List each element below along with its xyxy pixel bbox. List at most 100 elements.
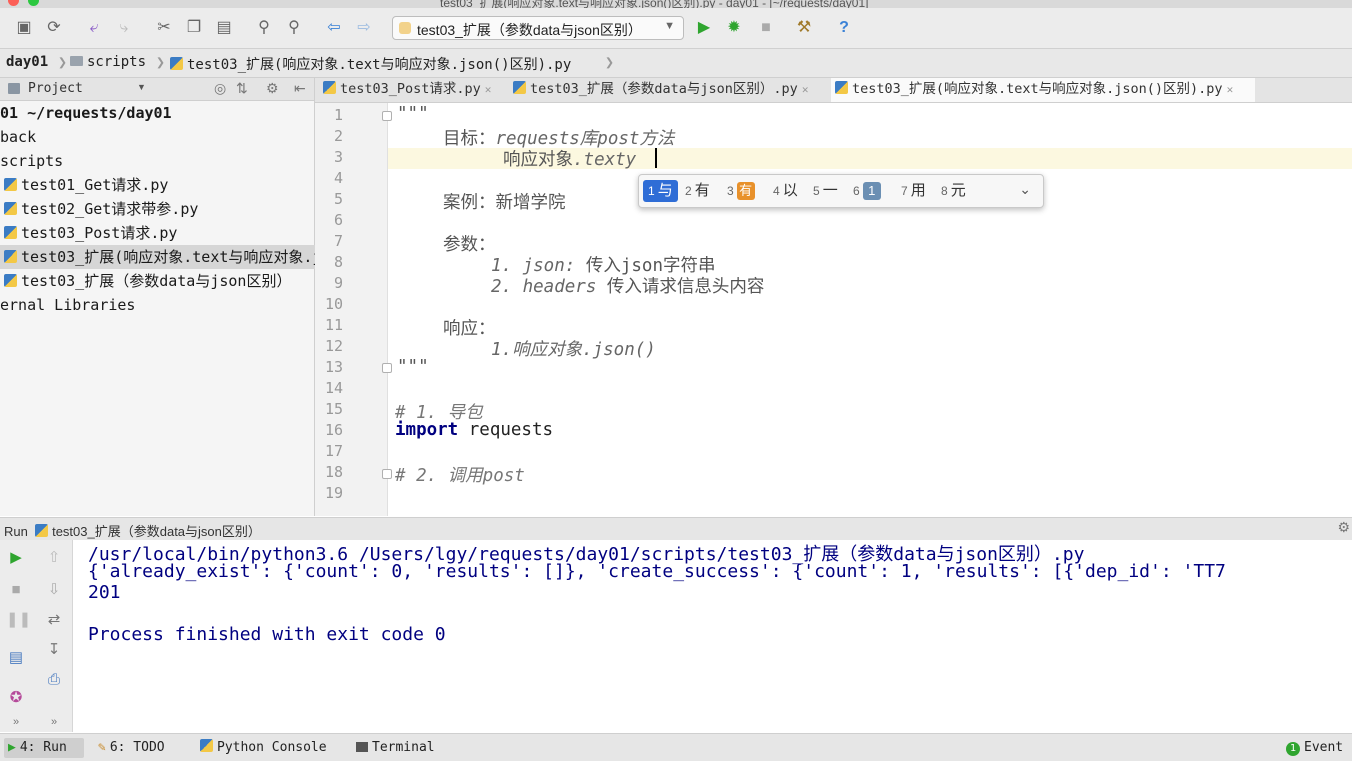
more-icon[interactable]: »	[44, 712, 64, 732]
run-console[interactable]: /usr/local/bin/python3.6 /Users/lgy/requ…	[73, 540, 1352, 732]
redo-icon[interactable]: ⤷	[114, 18, 134, 38]
paste-icon[interactable]: ▤	[214, 18, 234, 38]
tab-todo[interactable]: ✎ 6: TODO	[98, 738, 165, 758]
save-icon[interactable]: ▣	[14, 18, 34, 38]
python-file-icon	[4, 274, 17, 287]
tab-python-console[interactable]: Python Console	[200, 738, 327, 758]
gear-icon[interactable]: ⚙	[1337, 519, 1350, 536]
run-config-name[interactable]: test03_扩展（参数data与json区别）	[52, 524, 261, 539]
line-number: 17	[324, 442, 343, 460]
project-view-select[interactable]: Project	[28, 81, 83, 96]
close-tab-icon[interactable]: ✕	[802, 83, 809, 96]
line-number: 19	[324, 484, 343, 502]
fold-marker[interactable]	[382, 469, 392, 479]
replace-icon[interactable]: ⚲	[284, 18, 304, 38]
cut-icon[interactable]: ✂	[154, 18, 174, 38]
tree-item-file[interactable]: test02_Get请求带参.py	[0, 197, 318, 221]
maximize-window-button[interactable]	[28, 0, 39, 6]
python-icon	[200, 739, 213, 752]
scroll-to-end-icon[interactable]: ↧	[44, 640, 64, 660]
up-arrow-icon[interactable]: ⇧	[44, 548, 64, 568]
chevron-down-icon[interactable]: ▼	[137, 82, 146, 92]
tab-data-vs-json[interactable]: test03_扩展（参数data与json区别）.py ✕	[513, 78, 829, 102]
python-file-icon	[835, 81, 848, 94]
pin-icon[interactable]: ✪	[6, 688, 26, 708]
breadcrumb-project[interactable]: day01	[6, 54, 48, 70]
todo-icon: ✎	[98, 740, 106, 755]
ime-candidate[interactable]: 61	[853, 180, 881, 202]
hide-panel-icon[interactable]: ⇤	[294, 80, 306, 97]
code-editor[interactable]: 1 2 3 4 5 6 7 8 9 10 11 12 13 14 15 16 17 18 19 """ 目标：req…	[315, 103, 1352, 516]
tree-item-back[interactable]: back	[0, 125, 314, 149]
close-tab-icon[interactable]: ✕	[1227, 83, 1234, 96]
stop-icon[interactable]: ■	[756, 18, 776, 38]
stop-icon[interactable]: ■	[6, 580, 26, 600]
tree-item-root[interactable]: 01 ~/requests/day01	[0, 101, 314, 125]
ime-candidate[interactable]: 4以	[773, 180, 798, 202]
current-line-highlight	[315, 148, 1352, 169]
pause-icon[interactable]: ❚❚	[6, 610, 31, 630]
collapse-icon[interactable]: ⇅	[236, 80, 248, 97]
debug-icon[interactable]: ✹	[724, 18, 744, 38]
print-icon[interactable]: ⎙	[44, 670, 64, 690]
chevron-down-icon[interactable]: ⌄	[1019, 181, 1031, 198]
tree-item-external-libraries[interactable]: ernal Libraries	[0, 293, 314, 317]
python-file-icon	[399, 22, 411, 34]
tree-item-file[interactable]: test01_Get请求.py	[0, 173, 318, 197]
undo-icon[interactable]: ⤶	[84, 18, 104, 38]
forward-icon[interactable]: ⇨	[354, 18, 374, 38]
line-number: 18	[324, 463, 343, 481]
run-configuration-select[interactable]: test03_扩展（参数data与json区别） ▼	[392, 16, 684, 40]
rerun-icon[interactable]: ▶	[6, 548, 26, 568]
code-line-5: 案例：新增学院	[443, 193, 566, 213]
tab-run[interactable]: ▶ 4: Run	[4, 738, 84, 758]
python-file-icon	[513, 81, 526, 94]
back-icon[interactable]: ⇦	[324, 18, 344, 38]
tree-item-file[interactable]: test03_扩展（参数data与json区别）	[0, 269, 318, 293]
tab-post-request[interactable]: test03_Post请求.py ✕	[323, 78, 507, 102]
find-icon[interactable]: ⚲	[254, 18, 274, 38]
sync-icon[interactable]: ⟳	[44, 18, 64, 38]
folder-icon	[70, 56, 83, 66]
close-window-button[interactable]	[8, 0, 19, 6]
ime-candidate[interactable]: 2有	[685, 180, 710, 202]
console-line: 201	[88, 582, 121, 603]
target-icon[interactable]: ◎	[214, 80, 226, 97]
more-icon[interactable]: »	[6, 712, 26, 732]
tree-item-file[interactable]: test03_Post请求.py	[0, 221, 318, 245]
line-number: 16	[324, 421, 343, 439]
tree-item-scripts[interactable]: scripts	[0, 149, 314, 173]
event-log-button[interactable]: 1 Event	[1286, 738, 1343, 758]
ime-candidate[interactable]: 5一	[813, 180, 838, 202]
line-number: 10	[324, 295, 343, 313]
ime-candidate[interactable]: 7用	[901, 180, 926, 202]
tab-terminal[interactable]: Terminal	[356, 738, 435, 758]
run-icon: ▶	[8, 740, 16, 755]
ime-candidate[interactable]: 3有	[727, 180, 755, 202]
breadcrumb-file[interactable]: test03_扩展(响应对象.text与响应对象.json()区别).py	[170, 54, 571, 74]
tree-item-file-selected[interactable]: test03_扩展(响应对象.text与响应对象.json()区别).py	[0, 245, 318, 269]
layout-icon[interactable]: ▤	[6, 648, 26, 668]
line-number: 4	[333, 169, 343, 187]
breadcrumb-folder[interactable]: scripts	[70, 54, 146, 70]
ime-candidate[interactable]: 1与	[643, 180, 678, 202]
close-tab-icon[interactable]: ✕	[485, 83, 492, 96]
down-arrow-icon[interactable]: ⇩	[44, 580, 64, 600]
title-bar: test03_扩展(响应对象.text与响应对象.json()区别).py - …	[0, 0, 1352, 8]
gear-icon[interactable]: ⚙	[266, 80, 279, 97]
line-number: 1	[333, 106, 343, 124]
line-number: 9	[333, 274, 343, 292]
settings-icon[interactable]: ⚒	[794, 18, 814, 38]
soft-wrap-icon[interactable]: ⇄	[44, 610, 64, 630]
project-panel-header: Project ▼ ◎ ⇅ ⚙ ⇤	[0, 78, 314, 101]
fold-marker[interactable]	[382, 363, 392, 373]
line-number: 6	[333, 211, 343, 229]
tab-text-vs-json-active[interactable]: test03_扩展(响应对象.text与响应对象.json()区别).py ✕	[831, 78, 1255, 102]
python-file-icon	[323, 81, 336, 94]
console-line: {'already_exist': {'count': 0, 'results'…	[88, 561, 1226, 582]
run-icon[interactable]: ▶	[694, 18, 714, 38]
copy-icon[interactable]: ❐	[184, 18, 204, 38]
fold-marker[interactable]	[382, 111, 392, 121]
help-icon[interactable]: ?	[834, 18, 854, 38]
ime-candidate[interactable]: 8元	[941, 180, 966, 202]
